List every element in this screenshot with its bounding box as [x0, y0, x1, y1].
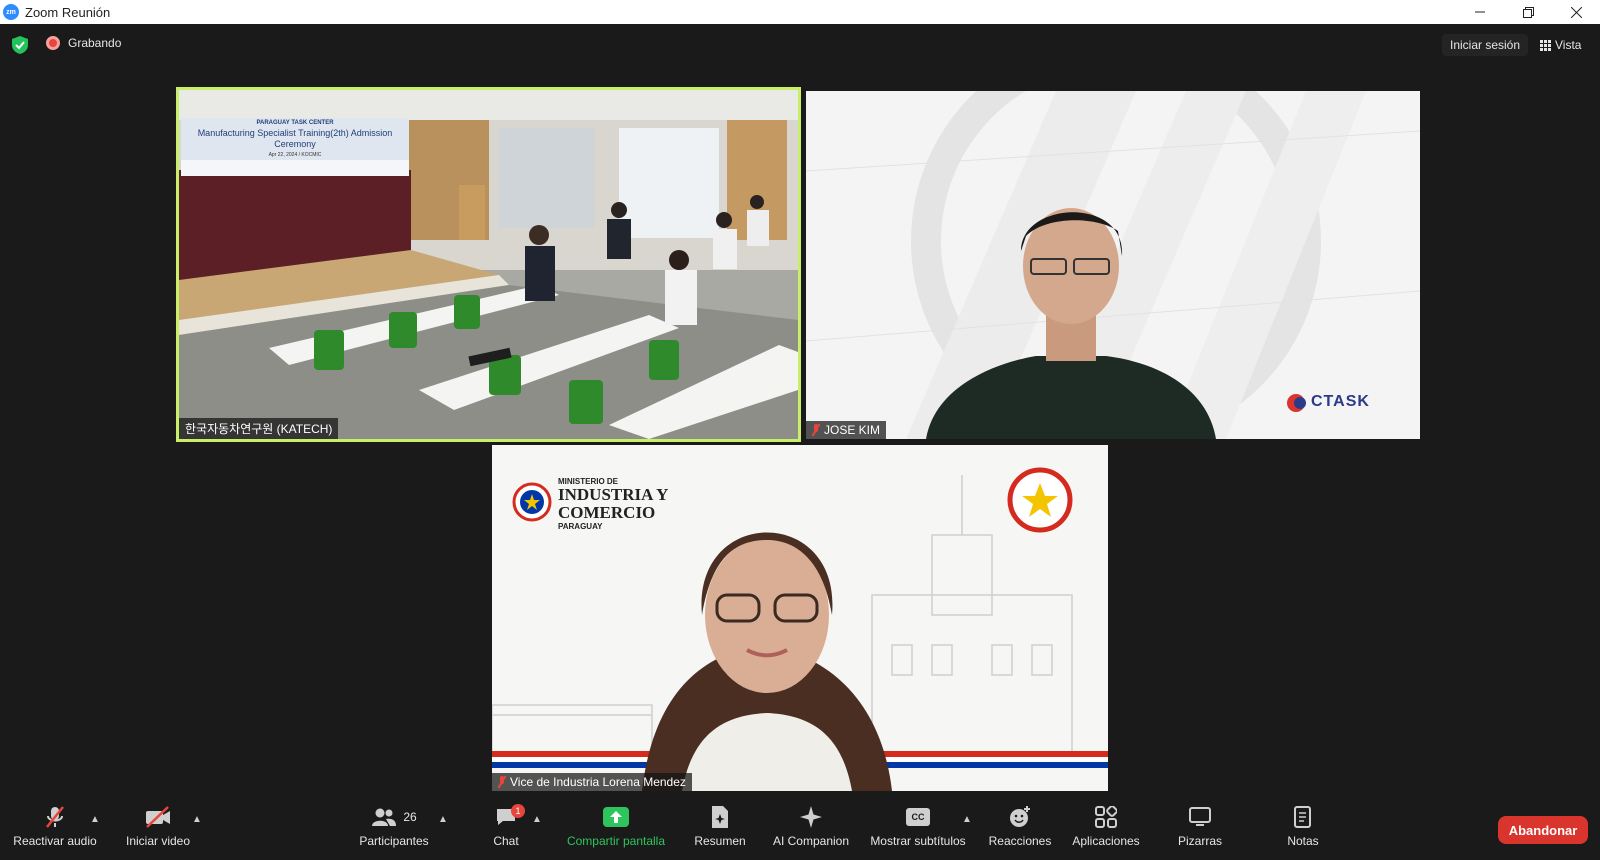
close-icon	[1570, 6, 1582, 18]
notes-label: Notas	[1287, 834, 1319, 848]
whiteboards-label: Pizarras	[1177, 834, 1222, 848]
video-tile-lorena-mendez[interactable]: MINISTERIO DE INDUSTRIA Y COMERCIO PARAG…	[492, 445, 1108, 791]
summary-label: Resumen	[694, 834, 746, 848]
unmute-audio-label: Reactivar audio	[13, 834, 97, 848]
participant-name: Vice de Industria Lorena Mendez	[510, 775, 686, 789]
summary-button[interactable]: Resumen	[690, 802, 750, 860]
show-captions-button[interactable]: CC Mostrar subtítulos	[866, 802, 970, 860]
muted-mic-icon	[812, 424, 820, 436]
recording-indicator[interactable]: Grabando	[46, 36, 121, 50]
participants-button[interactable]: 26 Participantes	[352, 802, 436, 860]
ai-companion-button[interactable]: AI Companion	[766, 802, 856, 860]
chat-button[interactable]: 1 Chat	[484, 802, 528, 860]
notes-button[interactable]: Notas	[1280, 802, 1326, 860]
video-tile-jose-kim[interactable]: CTASK JOSE KIM	[806, 91, 1420, 439]
restore-icon	[1522, 6, 1534, 18]
minimize-icon	[1475, 11, 1485, 13]
banner-org: PARAGUAY TASK CENTER	[256, 120, 334, 126]
window-controls	[1456, 0, 1600, 24]
chat-label: Chat	[493, 834, 519, 848]
share-screen-label: Compartir pantalla	[566, 834, 666, 848]
jose-kim-video	[806, 91, 1420, 439]
participant-name: 한국자동차연구원 (KATECH)	[185, 422, 333, 436]
whiteboard-icon	[1189, 807, 1211, 826]
participant-nameplate: JOSE KIM	[806, 421, 887, 439]
window-title: Zoom Reunión	[25, 4, 111, 20]
encryption-shield-icon[interactable]	[12, 36, 28, 54]
unmute-audio-button[interactable]: Reactivar audio	[10, 802, 100, 860]
audio-options-chevron-icon[interactable]: ▲	[90, 814, 100, 825]
notes-icon	[1294, 806, 1311, 828]
start-video-button[interactable]: Iniciar video	[118, 802, 198, 860]
recording-dot-icon	[46, 36, 60, 50]
recording-label: Grabando	[68, 36, 122, 50]
ministry-line3: COMERCIO	[558, 503, 656, 522]
ctask-logo: CTASK	[1311, 393, 1370, 410]
muted-mic-icon	[498, 776, 506, 788]
minimize-button[interactable]	[1456, 0, 1504, 24]
meeting-top-bar: Grabando Iniciar sesión Vista	[0, 24, 1600, 64]
close-button[interactable]	[1552, 0, 1600, 24]
summary-document-icon	[712, 806, 728, 828]
chat-unread-badge: 1	[511, 804, 525, 818]
reactions-label: Reacciones	[988, 834, 1052, 848]
share-screen-button[interactable]: Compartir pantalla	[560, 802, 672, 860]
whiteboards-button[interactable]: Pizarras	[1172, 802, 1228, 860]
view-label: Vista	[1555, 38, 1582, 52]
ai-companion-label: AI Companion	[772, 834, 850, 848]
sign-in-button[interactable]: Iniciar sesión	[1442, 34, 1529, 56]
reactions-button[interactable]: Reacciones	[988, 802, 1052, 860]
apps-button[interactable]: Aplicaciones	[1068, 802, 1144, 860]
ministry-line2: INDUSTRIA Y	[558, 485, 669, 504]
banner-text-block: PARAGUAY TASK CENTER Manufacturing Speci…	[181, 120, 409, 158]
captions-options-chevron-icon[interactable]: ▲	[962, 814, 972, 825]
restore-button[interactable]	[1504, 0, 1552, 24]
banner-title: Manufacturing Specialist Training(2th) A…	[197, 128, 393, 149]
participants-options-chevron-icon[interactable]: ▲	[438, 814, 448, 825]
start-video-label: Iniciar video	[125, 834, 191, 848]
participant-nameplate: Vice de Industria Lorena Mendez	[492, 773, 692, 791]
participants-count: 26	[403, 810, 417, 824]
view-button[interactable]: Vista	[1534, 34, 1587, 56]
share-screen-icon	[603, 807, 629, 827]
video-options-chevron-icon[interactable]: ▲	[192, 814, 202, 825]
show-captions-label: Mostrar subtítulos	[870, 834, 966, 848]
video-off-icon	[146, 806, 170, 828]
meeting-toolbar: Reactivar audio ▲ Iniciar video ▲ 26 Par…	[0, 802, 1600, 860]
muted-mic-icon	[46, 806, 64, 828]
participants-label: Participantes	[359, 834, 429, 848]
closed-captions-icon: CC	[906, 808, 930, 826]
video-tile-katech[interactable]: PARAGUAY TASK CENTER Manufacturing Speci…	[176, 87, 801, 442]
chat-options-chevron-icon[interactable]: ▲	[532, 814, 542, 825]
participant-name: JOSE KIM	[824, 423, 881, 437]
ai-sparkle-icon	[800, 806, 822, 828]
banner-date: Apr 22, 2024 / KOCMIC	[268, 152, 322, 158]
apps-icon	[1095, 806, 1117, 828]
smiley-reaction-icon	[1010, 806, 1030, 827]
apps-label: Aplicaciones	[1072, 834, 1140, 848]
participants-icon	[372, 808, 397, 826]
ministry-line4: PARAGUAY	[558, 522, 603, 531]
leave-meeting-button[interactable]: Abandonar	[1498, 816, 1588, 844]
grid-view-icon	[1540, 39, 1551, 51]
title-bar: zm Zoom Reunión	[0, 0, 1600, 24]
ministry-logo-text: MINISTERIO DE INDUSTRIA Y COMERCIO PARAG…	[558, 477, 668, 531]
zoom-logo-icon: zm	[3, 4, 19, 20]
participant-nameplate: 한국자동차연구원 (KATECH)	[179, 418, 339, 439]
